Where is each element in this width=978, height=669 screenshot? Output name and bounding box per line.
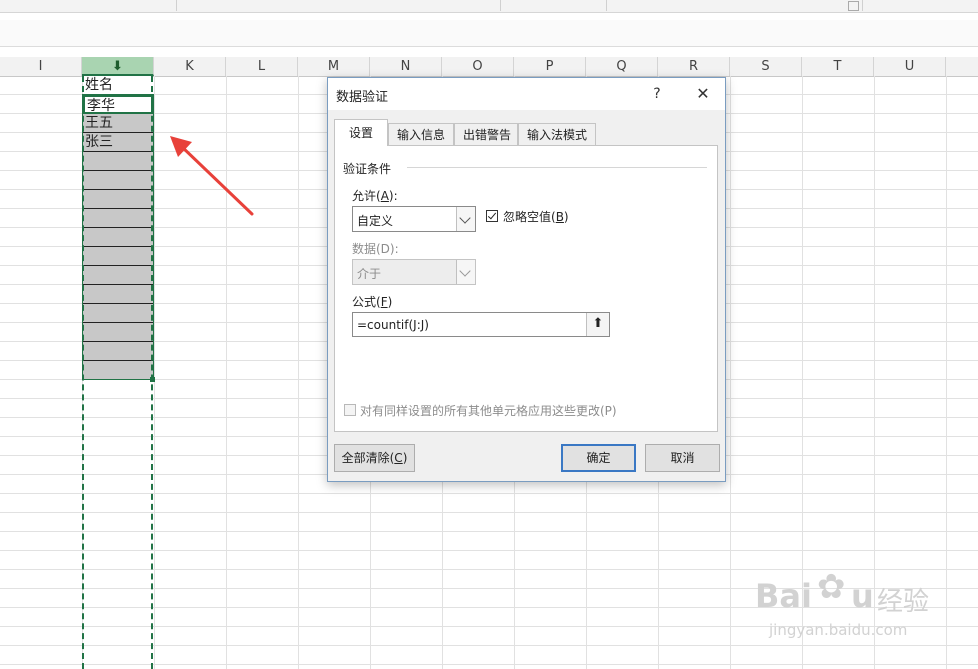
column-header-r[interactable]: R [658,57,730,76]
ribbon-expander-icon[interactable] [848,1,859,11]
cancel-button[interactable]: 取消 [645,444,720,472]
column-select-down-arrow-icon: ⬇ [112,59,123,74]
dialog-title-bar[interactable]: 数据验证 ? ✕ [328,78,725,110]
watermark-brand-right: u [851,577,874,615]
formula-label: 公式(F) [352,295,393,309]
column-header-row: I ⬇ K L M N O P Q R S T U [0,57,978,77]
grid-line [298,76,299,669]
tab-input-message[interactable]: 输入信息 [388,123,454,145]
dialog-title: 数据验证 [336,90,389,105]
section-divider [407,167,707,168]
column-j-marching-ants [82,76,153,669]
tab-ime-mode[interactable]: 输入法模式 [518,123,596,145]
ribbon-separator [606,0,607,11]
column-header-j[interactable]: ⬇ [82,57,154,76]
tab-error-alert[interactable]: 出错警告 [454,123,518,145]
tab-settings[interactable]: 设置 [334,119,388,146]
allow-dropdown[interactable]: 自定义 [352,206,476,232]
column-header-i[interactable]: I [0,57,82,76]
ok-button[interactable]: 确定 [561,444,636,472]
help-button[interactable]: ? [646,83,668,105]
column-header-l[interactable]: L [226,57,298,76]
watermark-brand-left: Bai [755,577,812,615]
allow-label: 允许(A): [352,189,398,203]
ignore-blank-label[interactable]: 忽略空值(B) [503,208,569,225]
ignore-blank-checkbox[interactable] [486,210,498,222]
ribbon-separator [176,0,177,11]
clear-all-button[interactable]: 全部清除(C) [334,444,415,472]
column-header-partial[interactable] [946,57,978,76]
data-dropdown: 介于 [352,259,476,285]
ribbon-separator [500,0,501,11]
column-header-s[interactable]: S [730,57,802,76]
column-header-o[interactable]: O [442,57,514,76]
grid-line [730,76,731,669]
watermark-url: jingyan.baidu.com [769,621,908,639]
column-header-t[interactable]: T [802,57,874,76]
formula-value: =countif(J:J) [357,318,429,332]
column-header-m[interactable]: M [298,57,370,76]
data-validation-dialog: 数据验证 ? ✕ 设置 输入信息 出错警告 输入法模式 验证条件 允许(A): … [327,77,726,482]
data-label: 数据(D): [352,242,399,256]
apply-all-label: 对有同样设置的所有其他单元格应用这些更改(P) [360,404,617,418]
watermark-brand-cn: 经验 [877,587,930,617]
ribbon-separator [862,0,863,11]
apply-all-checkbox [344,404,356,416]
formula-input[interactable]: =countif(J:J) ⬆ [352,312,610,337]
column-header-k[interactable]: K [154,57,226,76]
chevron-down-icon [459,212,471,224]
allow-dropdown-button[interactable] [456,207,475,231]
ribbon-strip [0,0,978,13]
column-header-n[interactable]: N [370,57,442,76]
settings-panel: 验证条件 允许(A): 自定义 忽略空值(B) 数据(D): 介于 公式(F) … [334,145,718,432]
collapse-dialog-icon: ⬆ [592,316,604,331]
range-select-button[interactable]: ⬆ [586,313,609,336]
grid-line [154,76,155,669]
chevron-down-icon [459,265,471,277]
column-header-p[interactable]: P [514,57,586,76]
red-arrow-icon [170,136,254,216]
close-button[interactable]: ✕ [690,83,716,105]
formula-bar [0,20,978,47]
paw-icon: ✿ [817,567,846,607]
baidu-watermark: Bai ✿ u 经验 jingyan.baidu.com [755,565,955,665]
section-title: 验证条件 [343,162,392,176]
column-header-q[interactable]: Q [586,57,658,76]
column-header-u[interactable]: U [874,57,946,76]
data-value: 介于 [357,267,382,281]
data-dropdown-button [456,260,475,284]
allow-value: 自定义 [357,214,394,228]
